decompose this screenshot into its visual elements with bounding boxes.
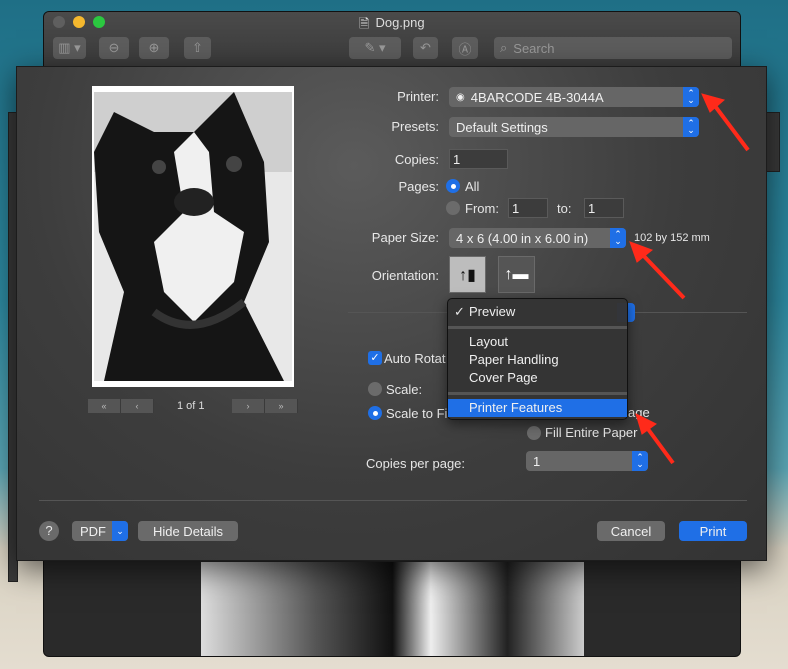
arrow-paper-size: [638, 250, 686, 300]
arrowhead: [635, 413, 657, 435]
arrow-printer-features: [643, 423, 675, 465]
arrow-printer: [710, 100, 750, 152]
arrowhead: [701, 93, 726, 113]
annotation-arrows: [629, 93, 750, 465]
